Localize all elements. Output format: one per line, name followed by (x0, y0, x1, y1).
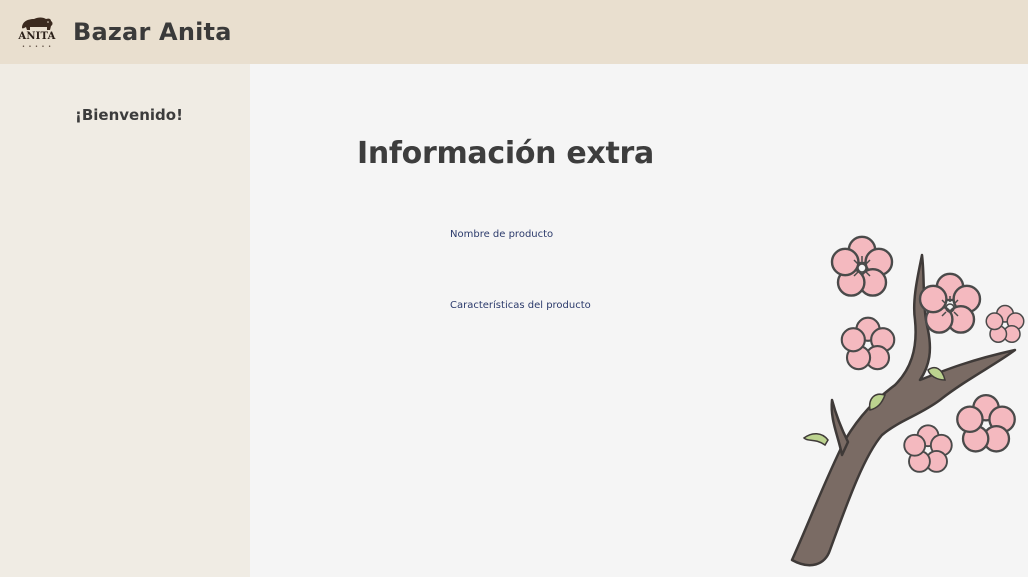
top-header: ANITA • • • • • Bazar Anita (0, 0, 1028, 64)
product-name-label: Nombre de producto (450, 229, 554, 240)
page-title: Información extra (357, 136, 654, 171)
product-features-label: Características del producto (450, 300, 591, 311)
app-title: Bazar Anita (73, 18, 232, 46)
cherry-blossom-branch-icon (790, 235, 1025, 567)
logo-text: ANITA (18, 31, 56, 42)
bear-logo-icon[interactable]: ANITA • • • • • (16, 14, 58, 52)
welcome-text: ¡Bienvenido! (75, 106, 183, 124)
logo-subtext: • • • • • (21, 44, 53, 50)
sidebar: ¡Bienvenido! (0, 64, 250, 577)
